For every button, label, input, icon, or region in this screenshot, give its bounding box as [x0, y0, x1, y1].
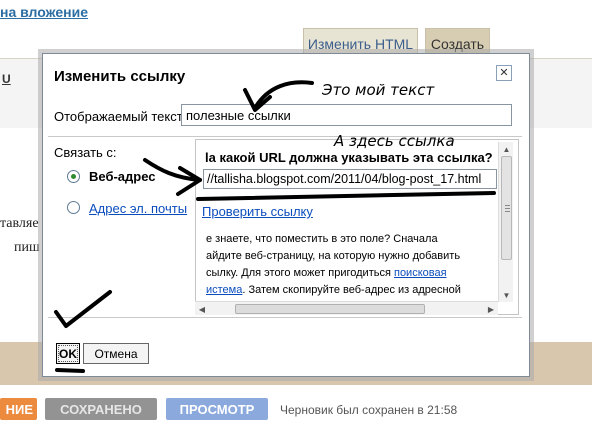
annotation-my-text: Это мой текст — [322, 81, 435, 99]
arrow-head — [176, 166, 202, 196]
annotation-link-here: А здесь ссылка — [334, 132, 455, 150]
checkmark-mark — [54, 290, 112, 328]
annotation-layer — [54, 80, 496, 373]
url-underline — [196, 191, 496, 201]
ok-underline — [55, 368, 85, 373]
